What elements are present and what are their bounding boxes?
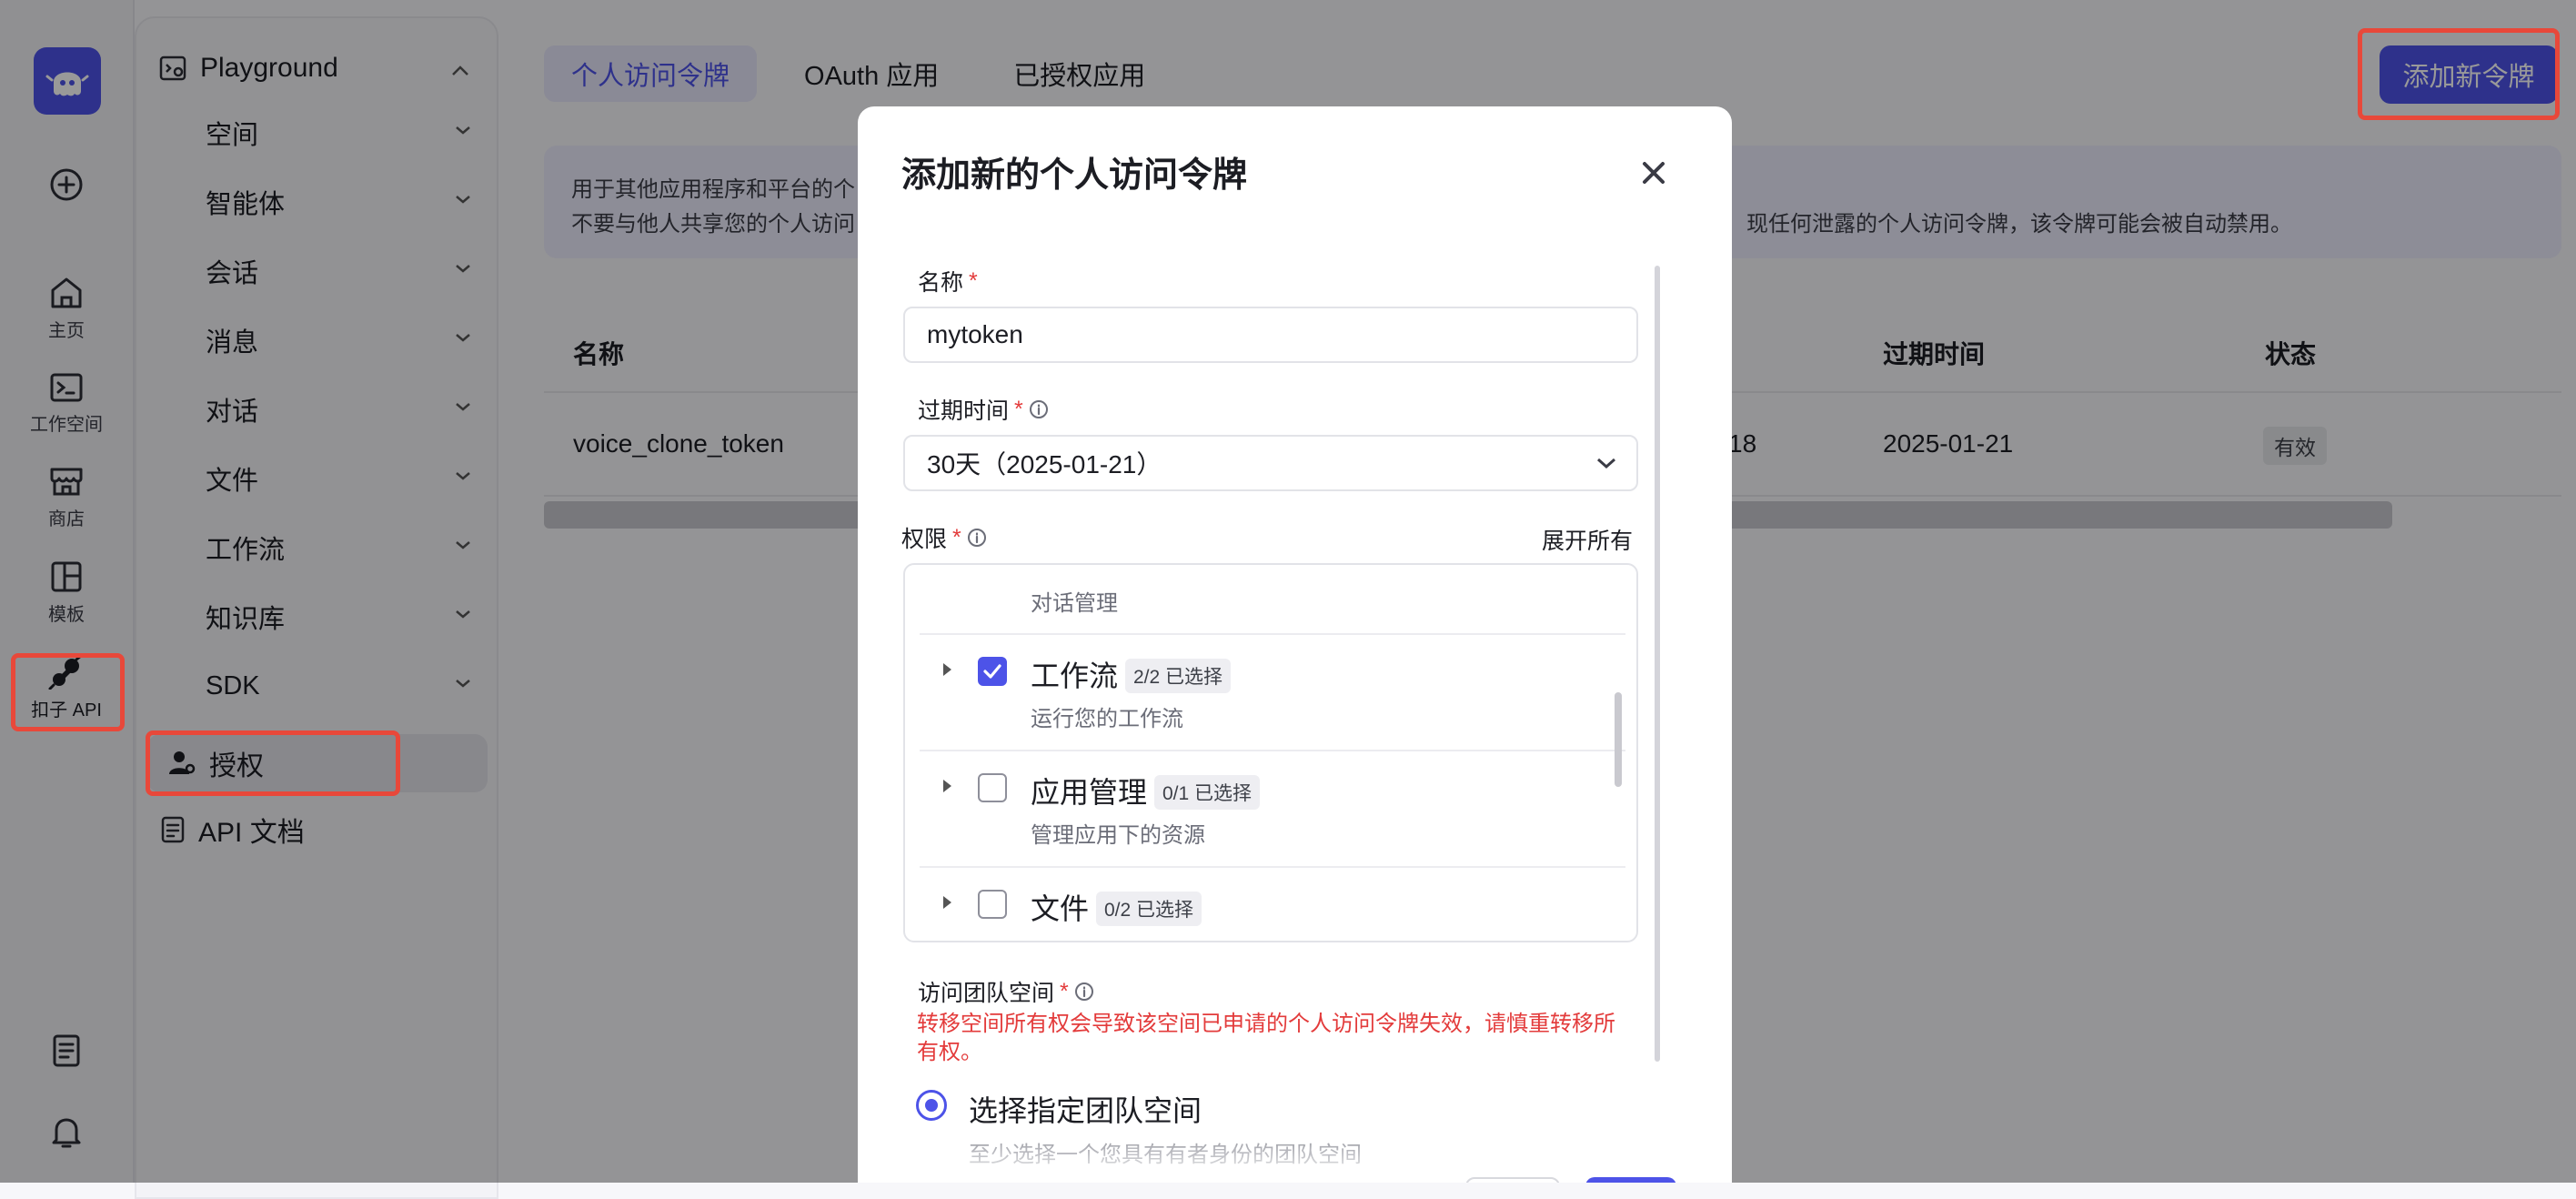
required-mark: *: [1060, 978, 1069, 1004]
close-button[interactable]: [1635, 155, 1672, 191]
selection-count-badge: 0/2 已选择: [1096, 892, 1202, 926]
expire-label: 过期时间 *: [918, 393, 1049, 426]
close-icon: [1643, 162, 1665, 184]
permission-list: 对话管理 工作流 2/2 已选择 运行您的工作流 应用管理 0/1 已选择 管理…: [903, 563, 1638, 942]
caret-right-icon[interactable]: [940, 660, 954, 679]
permission-desc: 对话管理: [1031, 591, 1118, 616]
team-space-radio[interactable]: [916, 1090, 947, 1121]
divider: [920, 750, 1625, 751]
radio-dot: [925, 1099, 938, 1112]
info-icon[interactable]: [1029, 399, 1049, 419]
selection-count-badge: 2/2 已选择: [1125, 659, 1232, 693]
check-icon: [983, 664, 1001, 679]
modal-title: 添加新的个人访问令牌: [901, 156, 1248, 195]
expire-select[interactable]: 30天（2025-01-21）: [903, 435, 1638, 491]
permission-checkbox[interactable]: [978, 773, 1007, 802]
permission-desc: 运行您的工作流: [1031, 707, 1183, 731]
team-space-warning: 转移空间所有权会导致该空间已申请的个人访问令牌失效，请慎重转移所有权。: [917, 1012, 1615, 1065]
info-icon[interactable]: [1074, 982, 1094, 1002]
permission-checkbox[interactable]: [978, 890, 1007, 919]
add-token-modal: 添加新的个人访问令牌 名称* 过期时间* 30天（2025-01-21） 权限*…: [858, 106, 1732, 1183]
team-space-label: 访问团队空间 *: [918, 975, 1094, 1008]
name-label: 名称 *: [918, 267, 978, 297]
caret-right-icon[interactable]: [940, 777, 954, 795]
divider: [920, 633, 1625, 635]
permission-name: 文件: [1031, 892, 1090, 925]
info-icon[interactable]: [967, 528, 987, 548]
modal-scrollbar[interactable]: [1655, 266, 1660, 1062]
selection-count-badge: 0/1 已选择: [1154, 775, 1261, 810]
chevron-down-icon: [1597, 458, 1615, 469]
confirm-button[interactable]: [1585, 1177, 1676, 1183]
name-input[interactable]: [903, 307, 1638, 363]
required-mark: *: [1014, 396, 1023, 422]
permission-name: 应用管理: [1031, 776, 1148, 809]
caret-right-icon[interactable]: [940, 893, 954, 912]
expand-all-link[interactable]: 展开所有: [1542, 523, 1633, 556]
divider: [920, 866, 1625, 868]
permission-name: 工作流: [1031, 660, 1119, 692]
radio-label: 选择指定团队空间: [969, 1094, 1202, 1127]
permission-desc: 管理应用下的资源: [1031, 823, 1205, 848]
required-mark: *: [969, 267, 978, 294]
permission-label: 权限 *: [901, 521, 987, 554]
permission-checkbox[interactable]: [978, 657, 1007, 686]
permission-list-scrollbar[interactable]: [1615, 692, 1622, 787]
cancel-button[interactable]: [1465, 1177, 1560, 1183]
required-mark: *: [952, 524, 961, 550]
